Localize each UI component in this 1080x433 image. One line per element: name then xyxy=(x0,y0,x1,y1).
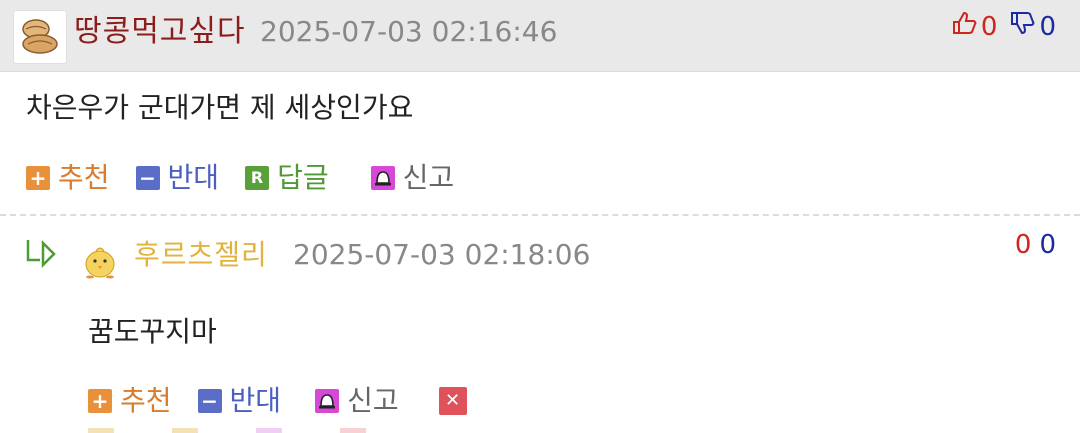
reply-like-count: 0 xyxy=(1014,230,1032,260)
plus-icon: + xyxy=(88,389,112,413)
reply-label: 답글 xyxy=(277,161,329,194)
comment-timestamp: 2025-07-03 02:16:46 xyxy=(260,15,558,48)
report-bell-icon xyxy=(370,166,395,190)
peek-block xyxy=(340,428,366,433)
reply-report-button[interactable]: 신고 xyxy=(315,381,399,421)
reply-username[interactable]: 후르츠젤리 xyxy=(134,235,268,275)
reply-timestamp: 2025-07-03 02:18:06 xyxy=(293,238,591,271)
reply-oppose-button[interactable]: − 반대 xyxy=(197,381,282,421)
report-bell-icon xyxy=(315,389,340,413)
plus-icon: + xyxy=(26,166,50,190)
peek-block xyxy=(172,428,198,433)
reply-dislike-count: 0 xyxy=(1039,230,1056,260)
reply-actions: + 추천 − 반대 신고 ✕ xyxy=(88,381,501,421)
report-label: 신고 xyxy=(402,161,455,194)
recommend-label: 추천 xyxy=(120,384,172,417)
username[interactable]: 땅콩먹고싶다 xyxy=(74,12,246,52)
comment-body: 차은우가 군대가면 제 세상인가요 xyxy=(26,91,414,124)
peek-block xyxy=(256,428,282,433)
like-count: 0 xyxy=(980,11,998,42)
recommend-label: 추천 xyxy=(58,161,110,194)
thumbs-down-icon[interactable] xyxy=(1009,10,1035,43)
recommend-button[interactable]: + 추천 xyxy=(26,158,110,198)
reply-arrow-icon xyxy=(24,236,60,274)
report-label: 신고 xyxy=(347,384,399,417)
reply-button[interactable]: R 답글 xyxy=(245,158,329,198)
vote-counts: 0 0 xyxy=(951,10,1056,43)
peanut-avatar-icon[interactable] xyxy=(13,10,67,64)
reply-recommend-button[interactable]: + 추천 xyxy=(88,381,172,421)
oppose-label: 반대 xyxy=(229,384,282,417)
oppose-button[interactable]: − 반대 xyxy=(135,158,220,198)
next-row-peek xyxy=(88,428,508,433)
minus-icon: − xyxy=(197,389,222,413)
delete-button[interactable]: ✕ xyxy=(438,387,475,415)
oppose-label: 반대 xyxy=(167,161,220,194)
comment-actions: + 추천 − 반대 R 답글 신고 xyxy=(26,158,480,198)
minus-icon: − xyxy=(135,166,160,190)
comment-header: 땅콩먹고싶다 2025-07-03 02:16:46 0 0 xyxy=(0,0,1080,72)
thumbs-up-icon[interactable] xyxy=(951,10,977,43)
dislike-count: 0 xyxy=(1039,11,1056,42)
reply-body: 꿈도꾸지마 xyxy=(88,315,217,348)
comment-divider xyxy=(0,214,1080,216)
chick-avatar-icon[interactable] xyxy=(80,240,120,284)
report-button[interactable]: 신고 xyxy=(370,158,455,198)
delete-icon: ✕ xyxy=(438,387,467,415)
peek-block xyxy=(88,428,114,433)
reply-vote-counts: 0 0 xyxy=(1015,230,1056,260)
reply-icon: R xyxy=(245,166,270,190)
